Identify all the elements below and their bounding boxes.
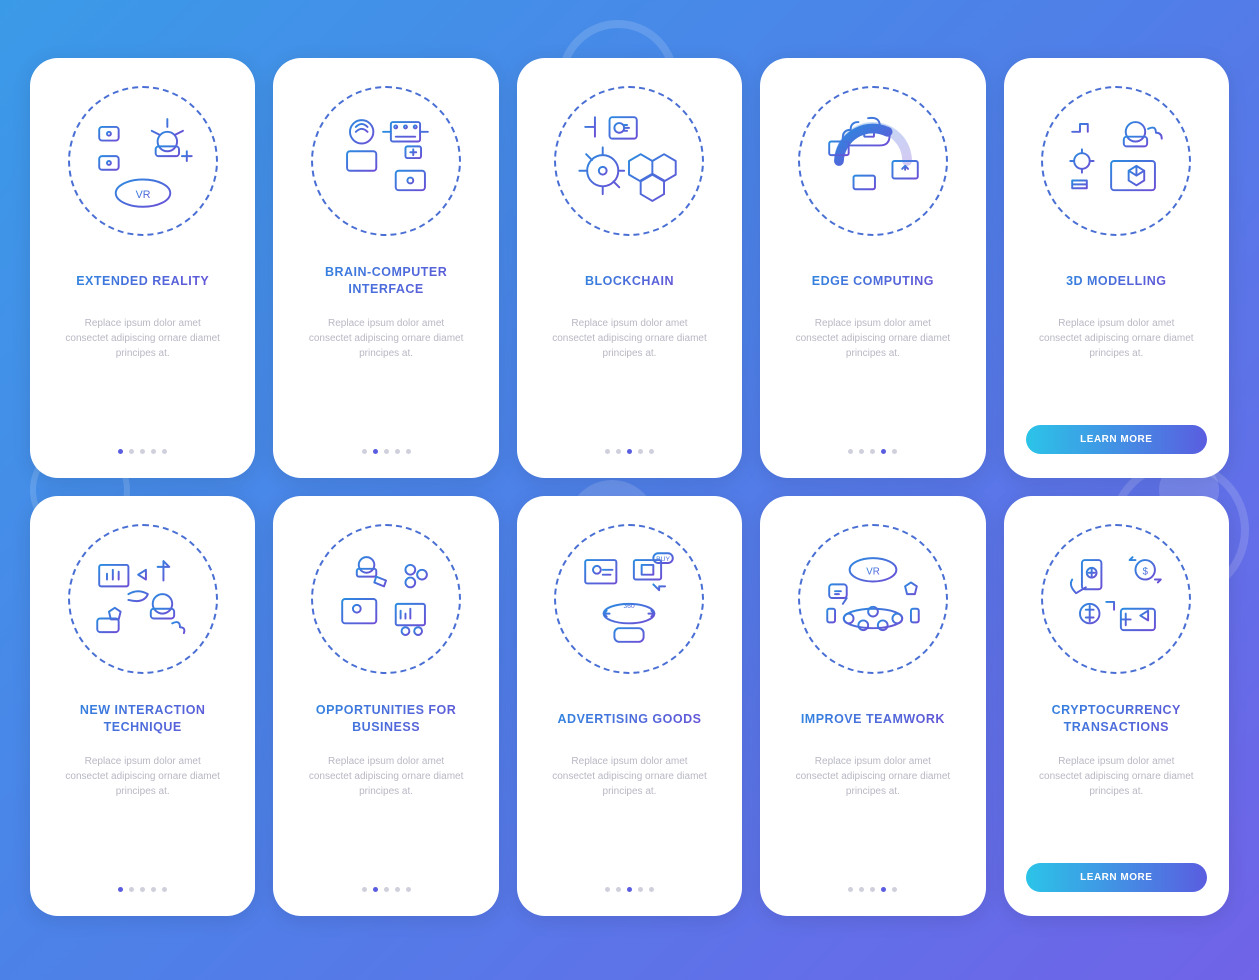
phone-frame: VR IMPROVE TEAMWORK Replace ipsum dolor …: [760, 496, 985, 916]
advertising-goods-icon: BUY 360: [554, 524, 704, 674]
screen-title: OPPORTUNITIES FOR BUSINESS: [295, 702, 476, 736]
screen-description: Replace ipsum dolor amet consectet adipi…: [52, 316, 233, 433]
phone-frame: OPPORTUNITIES FOR BUSINESS Replace ipsum…: [273, 496, 498, 916]
page-indicator[interactable]: [848, 449, 897, 454]
screen-title: EDGE COMPUTING: [808, 264, 938, 298]
screen-title: IMPROVE TEAMWORK: [797, 702, 949, 736]
screen-title: 3D MODELLING: [1062, 264, 1170, 298]
business-opportunities-icon: [311, 524, 461, 674]
phone-frame: BLOCKCHAIN Replace ipsum dolor amet cons…: [517, 58, 742, 478]
phone-grid: VR EXTENDED REALITY Replace ipsum dolor …: [30, 58, 1229, 916]
page-indicator[interactable]: [362, 449, 411, 454]
screen-title: NEW INTERACTION TECHNIQUE: [52, 702, 233, 736]
page-indicator[interactable]: [605, 449, 654, 454]
blockchain-icon: [554, 86, 704, 236]
improve-teamwork-icon: VR: [798, 524, 948, 674]
edge-computing-icon: [798, 86, 948, 236]
learn-more-button[interactable]: LEARN MORE: [1026, 863, 1207, 892]
page-indicator[interactable]: [118, 449, 167, 454]
screen-title: ADVERTISING GOODS: [554, 702, 706, 736]
screen-description: Replace ipsum dolor amet consectet adipi…: [295, 316, 476, 433]
phone-frame: NEW INTERACTION TECHNIQUE Replace ipsum …: [30, 496, 255, 916]
phone-frame: $ CRYPTOCURRENCY TRANSACTIONS Replace ip…: [1004, 496, 1229, 916]
screen-description: Replace ipsum dolor amet consectet adipi…: [295, 754, 476, 871]
screen-title: BLOCKCHAIN: [581, 264, 678, 298]
phone-frame: BUY 360 ADVERTISING GOODS Replace ipsum d…: [517, 496, 742, 916]
phone-frame: BRAIN-COMPUTER INTERFACE Replace ipsum d…: [273, 58, 498, 478]
screen-description: Replace ipsum dolor amet consectet adipi…: [539, 316, 720, 433]
phone-frame: 3D MODELLING Replace ipsum dolor amet co…: [1004, 58, 1229, 478]
screen-description: Replace ipsum dolor amet consectet adipi…: [782, 754, 963, 871]
phone-frame: VR EXTENDED REALITY Replace ipsum dolor …: [30, 58, 255, 478]
page-indicator[interactable]: [118, 887, 167, 892]
svg-text:$: $: [1143, 567, 1149, 578]
screen-description: Replace ipsum dolor amet consectet adipi…: [1026, 754, 1207, 853]
3d-modelling-icon: [1041, 86, 1191, 236]
screen-description: Replace ipsum dolor amet consectet adipi…: [52, 754, 233, 871]
screen-title: BRAIN-COMPUTER INTERFACE: [295, 264, 476, 298]
cryptocurrency-icon: $: [1041, 524, 1191, 674]
page-indicator[interactable]: [848, 887, 897, 892]
svg-text:VR: VR: [135, 189, 150, 201]
brain-computer-icon: [311, 86, 461, 236]
extended-reality-icon: VR: [68, 86, 218, 236]
screen-description: Replace ipsum dolor amet consectet adipi…: [782, 316, 963, 433]
phone-frame: EDGE COMPUTING Replace ipsum dolor amet …: [760, 58, 985, 478]
screen-title: CRYPTOCURRENCY TRANSACTIONS: [1026, 702, 1207, 736]
screen-description: Replace ipsum dolor amet consectet adipi…: [1026, 316, 1207, 415]
svg-text:VR: VR: [866, 567, 880, 578]
page-indicator[interactable]: [362, 887, 411, 892]
interaction-technique-icon: [68, 524, 218, 674]
learn-more-button[interactable]: LEARN MORE: [1026, 425, 1207, 454]
screen-title: EXTENDED REALITY: [72, 264, 213, 298]
page-indicator[interactable]: [605, 887, 654, 892]
screen-description: Replace ipsum dolor amet consectet adipi…: [539, 754, 720, 871]
svg-text:BUY: BUY: [657, 556, 671, 563]
svg-text:360: 360: [624, 603, 636, 610]
